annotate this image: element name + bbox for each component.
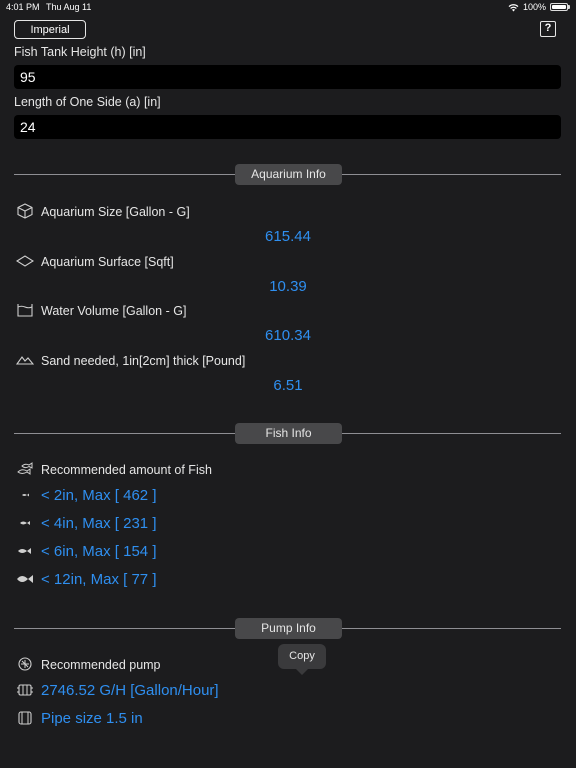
pipe-icon (18, 711, 32, 725)
sand-needed-value[interactable]: 6.51 (0, 377, 576, 394)
cube-icon (17, 203, 33, 219)
fish-row-2in[interactable]: < 2in, Max [ 462 ] (41, 487, 156, 504)
aquarium-info-header: Aquarium Info (235, 164, 342, 185)
sand-icon (16, 356, 34, 365)
fish-row-12in[interactable]: < 12in, Max [ 77 ] (41, 571, 156, 588)
pump-icon (18, 657, 32, 671)
pipe-size-value[interactable]: Pipe size 1.5 in (41, 710, 143, 727)
aquarium-size-label: Aquarium Size [Gallon - G] (41, 205, 190, 219)
height-label: Fish Tank Height (h) [in] (14, 45, 146, 59)
sand-needed-label: Sand needed, 1in[2cm] thick [Pound] (41, 354, 246, 368)
aquarium-size-value[interactable]: 615.44 (0, 228, 576, 245)
tank-icon (17, 304, 33, 317)
battery-percent: 100% (522, 2, 546, 12)
xlarge-fish-icon (17, 575, 33, 583)
status-time: 4:01 PM (6, 2, 40, 12)
pump-info-header: Pump Info (235, 618, 342, 639)
diamond-icon (16, 255, 34, 267)
fish-row-6in[interactable]: < 6in, Max [ 154 ] (41, 543, 156, 560)
filter-icon (17, 684, 33, 696)
small-fish-icon (22, 493, 29, 497)
copy-tooltip-button[interactable]: Copy (278, 644, 326, 675)
fish-row-4in[interactable]: < 4in, Max [ 231 ] (41, 515, 156, 532)
help-button[interactable]: ? (540, 21, 556, 37)
fish-info-header: Fish Info (235, 423, 342, 444)
status-date: Thu Aug 11 (46, 2, 92, 12)
wifi-icon (508, 3, 519, 11)
unit-toggle-button[interactable]: Imperial (14, 20, 86, 39)
water-volume-value[interactable]: 610.34 (0, 327, 576, 344)
large-fish-icon (18, 548, 31, 554)
fish-heading: Recommended amount of Fish (41, 463, 212, 477)
side-length-label: Length of One Side (a) [in] (14, 95, 161, 109)
battery-icon (550, 3, 570, 11)
status-bar: 4:01 PM Thu Aug 11 100% (0, 0, 576, 14)
medium-fish-icon (20, 521, 30, 525)
water-volume-label: Water Volume [Gallon - G] (41, 304, 187, 318)
fish-group-icon (17, 462, 33, 475)
pump-flow-value[interactable]: 2746.52 G/H [Gallon/Hour] (41, 682, 219, 699)
side-length-input[interactable]: 24 (14, 115, 561, 139)
pump-heading: Recommended pump (41, 658, 161, 672)
height-input[interactable]: 95 (14, 65, 561, 89)
aquarium-surface-value[interactable]: 10.39 (0, 278, 576, 295)
status-indicators: 100% (508, 2, 570, 12)
aquarium-surface-label: Aquarium Surface [Sqft] (41, 255, 174, 269)
